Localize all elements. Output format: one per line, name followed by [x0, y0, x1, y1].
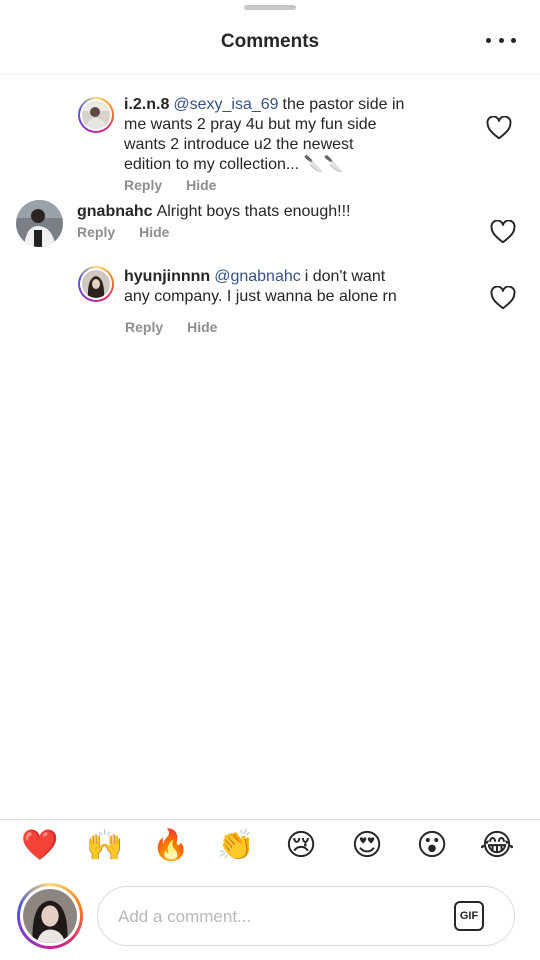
tears-of-joy-emoji[interactable]: 😂: [477, 826, 517, 866]
crying-face-emoji[interactable]: 😢: [281, 826, 321, 866]
add-comment-input[interactable]: [116, 887, 440, 947]
gif-icon[interactable]: GIF: [454, 901, 484, 931]
comment-mention[interactable]: @sexy_isa_69: [173, 96, 278, 113]
comment-line: edition to my collection... 🔪🔪: [124, 156, 344, 173]
emoji-bar-divider: [0, 819, 540, 820]
like-heart-icon[interactable]: [490, 286, 516, 310]
comment-text: gnabnahc Alright boys thats enough!!!: [77, 202, 477, 222]
comment-actions: Reply Hide: [124, 177, 240, 193]
clapping-hands-emoji[interactable]: 👏: [216, 826, 256, 866]
comment-actions: Reply Hide: [125, 319, 241, 335]
comment-line: me wants 2 pray 4u but my fun side: [124, 116, 377, 133]
more-options-icon[interactable]: [486, 30, 516, 50]
comment-mention[interactable]: @gnabnahc: [214, 268, 301, 285]
reply-button[interactable]: Reply: [125, 319, 163, 335]
red-heart-emoji[interactable]: ❤️: [20, 826, 60, 866]
quick-emoji-bar: ❤️ 🙌 🔥 👏 😢 😍 😮 😂: [0, 822, 540, 866]
reply-button[interactable]: Reply: [124, 177, 162, 193]
raising-hands-emoji[interactable]: 🙌: [85, 826, 125, 866]
comment-text: i.2.n.8 @sexy_isa_69 the pastor side in me…: [124, 95, 464, 175]
like-heart-icon[interactable]: [490, 220, 516, 244]
like-heart-icon[interactable]: [486, 116, 512, 140]
astonished-face-emoji[interactable]: 😮: [412, 826, 452, 866]
comment-line: Alright boys thats enough!!!: [156, 203, 351, 220]
avatar[interactable]: [16, 200, 63, 247]
comment-text: hyunjinnnn @gnabnahc i don't want any comp…: [124, 267, 474, 307]
comment-composer: GIF: [97, 886, 515, 947]
comment-username[interactable]: hyunjinnnn: [124, 268, 210, 285]
reply-button[interactable]: Reply: [77, 224, 115, 240]
sheet-grabber[interactable]: [244, 5, 296, 10]
header-divider: [0, 74, 540, 75]
page-title: Comments: [220, 31, 320, 52]
avatar[interactable]: [78, 266, 114, 302]
hide-button[interactable]: Hide: [186, 177, 216, 193]
hide-button[interactable]: Hide: [139, 224, 169, 240]
comment-actions: Reply Hide: [77, 224, 193, 240]
avatar[interactable]: [78, 97, 114, 133]
heart-eyes-emoji[interactable]: 😍: [347, 826, 387, 866]
fire-emoji[interactable]: 🔥: [151, 826, 191, 866]
comment-line: any company. I just wanna be alone rn: [124, 288, 397, 305]
comment-line: the pastor side in: [282, 96, 405, 113]
comment-username[interactable]: gnabnahc: [77, 203, 153, 220]
hide-button[interactable]: Hide: [187, 319, 217, 335]
comment-username[interactable]: i.2.n.8: [124, 96, 169, 113]
comment-line: i don't want: [304, 268, 386, 285]
composer-avatar[interactable]: [17, 883, 83, 949]
comment-line: wants 2 introduce u2 the newest: [124, 136, 354, 153]
